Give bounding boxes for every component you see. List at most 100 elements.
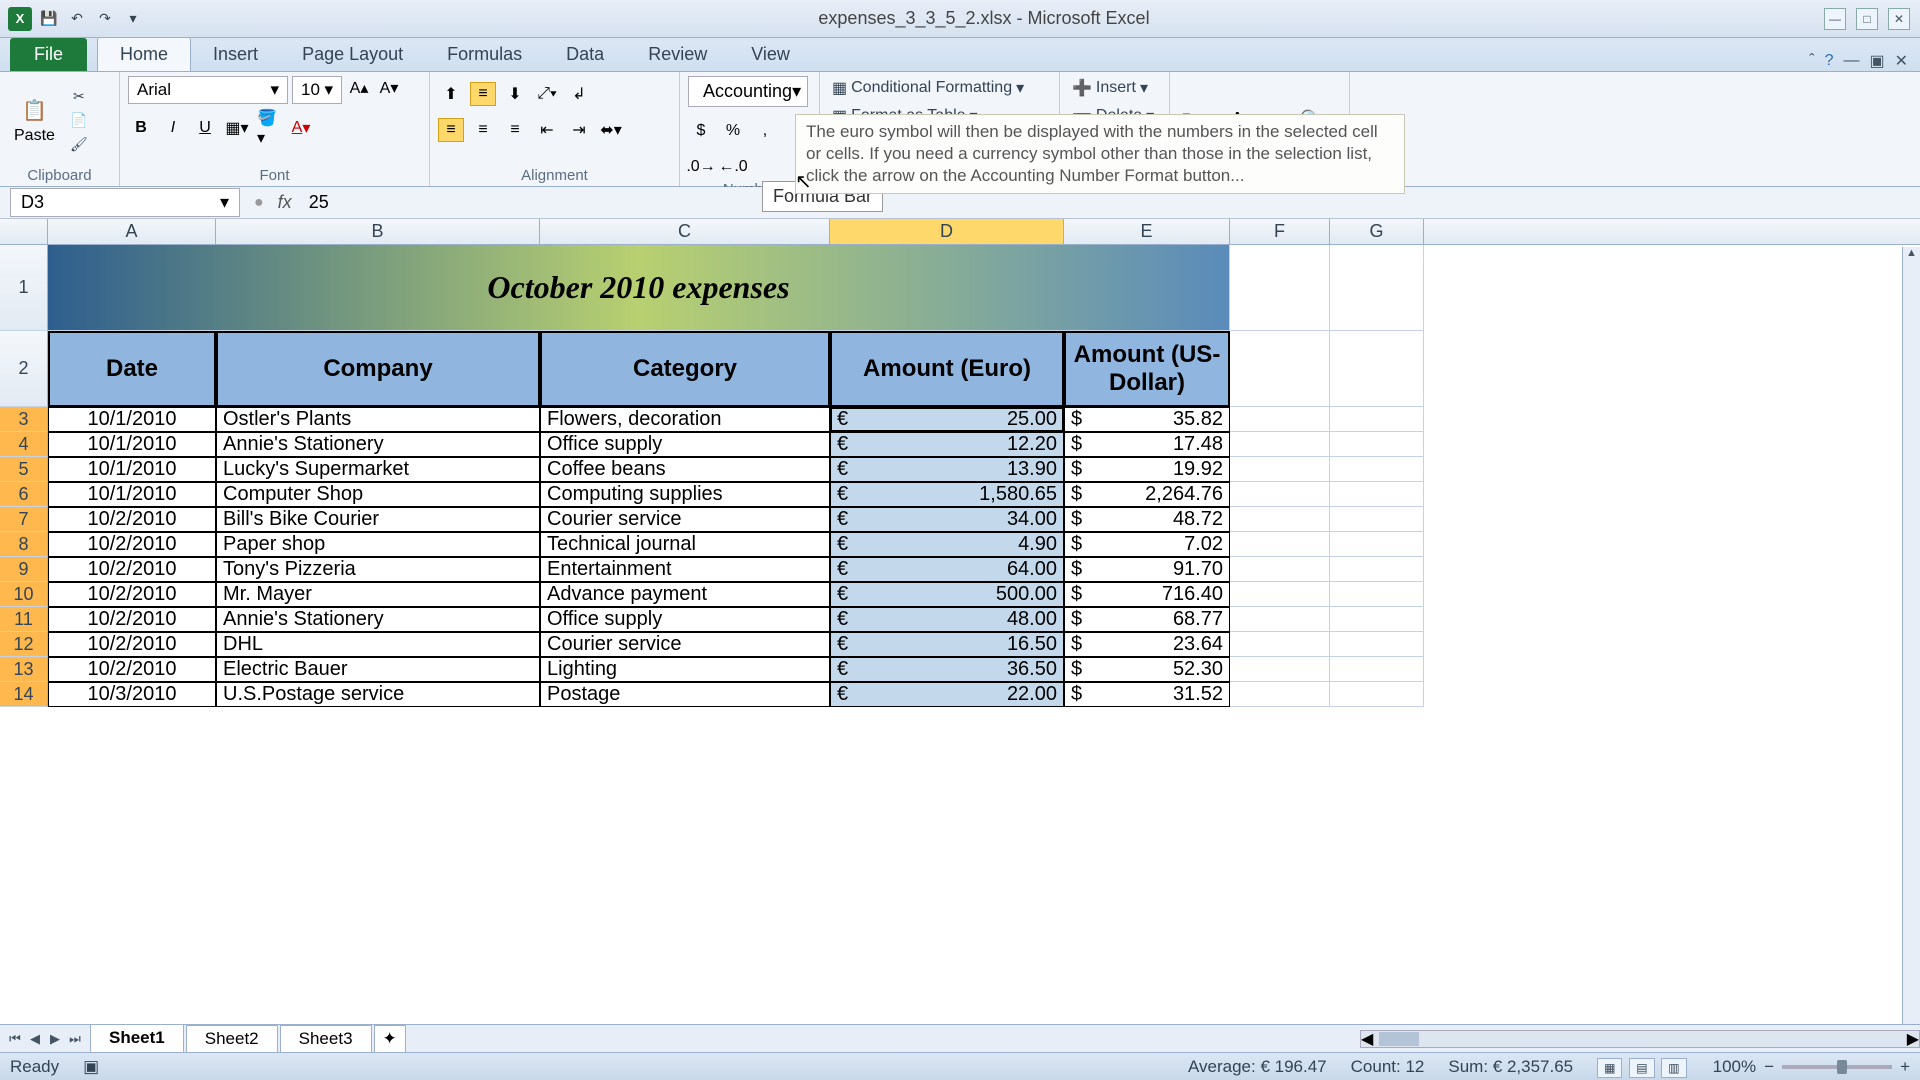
zoom-slider[interactable] bbox=[1782, 1065, 1892, 1069]
cell-usd[interactable]: $716.40 bbox=[1064, 582, 1230, 607]
header-company[interactable]: Company bbox=[216, 331, 540, 407]
font-size-combo[interactable]: 10▾ bbox=[292, 76, 342, 104]
cell[interactable] bbox=[1330, 582, 1424, 607]
cell-usd[interactable]: $68.77 bbox=[1064, 607, 1230, 632]
paste-button[interactable]: 📋 Paste bbox=[8, 95, 61, 147]
cell-category[interactable]: Postage bbox=[540, 682, 830, 707]
decrease-indent-button[interactable]: ⇤ bbox=[534, 118, 560, 142]
undo-button[interactable]: ↶ bbox=[66, 8, 88, 30]
window-close-icon[interactable]: ✕ bbox=[1895, 51, 1908, 71]
cell[interactable] bbox=[1330, 557, 1424, 582]
cell[interactable] bbox=[1330, 407, 1424, 432]
cell-usd[interactable]: $19.92 bbox=[1064, 457, 1230, 482]
tab-insert[interactable]: Insert bbox=[191, 38, 280, 71]
format-painter-button[interactable]: 🖌 bbox=[67, 135, 91, 155]
cell[interactable] bbox=[1330, 532, 1424, 557]
row-header[interactable]: 13 bbox=[0, 657, 48, 682]
comma-button[interactable]: , bbox=[752, 119, 778, 143]
row-header[interactable]: 3 bbox=[0, 407, 48, 432]
cell-company[interactable]: Computer Shop bbox=[216, 482, 540, 507]
cell-euro[interactable]: €36.50 bbox=[830, 657, 1064, 682]
col-header-G[interactable]: G bbox=[1330, 219, 1424, 244]
cell[interactable] bbox=[1330, 331, 1424, 407]
zoom-level[interactable]: 100% bbox=[1713, 1057, 1756, 1077]
cell-usd[interactable]: $2,264.76 bbox=[1064, 482, 1230, 507]
orientation-button[interactable]: ⤢▾ bbox=[534, 82, 560, 106]
cell-usd[interactable]: $35.82 bbox=[1064, 407, 1230, 432]
cell[interactable] bbox=[1230, 682, 1330, 707]
cell-category[interactable]: Coffee beans bbox=[540, 457, 830, 482]
row-header-1[interactable]: 1 bbox=[0, 245, 48, 331]
align-center-button[interactable]: ≡ bbox=[470, 118, 496, 142]
align-top-button[interactable]: ⬆ bbox=[438, 82, 464, 106]
tab-review[interactable]: Review bbox=[626, 38, 729, 71]
cell[interactable] bbox=[1230, 607, 1330, 632]
cell-date[interactable]: 10/1/2010 bbox=[48, 432, 216, 457]
tab-home[interactable]: Home bbox=[97, 37, 191, 71]
zoom-in-button[interactable]: + bbox=[1900, 1057, 1910, 1077]
cell[interactable] bbox=[1230, 632, 1330, 657]
cell-company[interactable]: Mr. Mayer bbox=[216, 582, 540, 607]
header-usd[interactable]: Amount (US-Dollar) bbox=[1064, 331, 1230, 407]
cell-usd[interactable]: $23.64 bbox=[1064, 632, 1230, 657]
cell-category[interactable]: Entertainment bbox=[540, 557, 830, 582]
cell-date[interactable]: 10/2/2010 bbox=[48, 607, 216, 632]
cell-date[interactable]: 10/1/2010 bbox=[48, 407, 216, 432]
cell-date[interactable]: 10/2/2010 bbox=[48, 507, 216, 532]
row-header[interactable]: 12 bbox=[0, 632, 48, 657]
align-left-button[interactable]: ≡ bbox=[438, 118, 464, 142]
merge-center-button[interactable]: ⬌▾ bbox=[598, 118, 624, 142]
border-button[interactable]: ▦▾ bbox=[224, 116, 250, 140]
cell-category[interactable]: Office supply bbox=[540, 607, 830, 632]
cell-company[interactable]: U.S.Postage service bbox=[216, 682, 540, 707]
close-button[interactable]: ✕ bbox=[1888, 8, 1910, 30]
align-bottom-button[interactable]: ⬇ bbox=[502, 82, 528, 106]
scroll-left-icon[interactable]: ◀ bbox=[1361, 1029, 1373, 1049]
cell[interactable] bbox=[1330, 245, 1424, 331]
cut-button[interactable]: ✂ bbox=[67, 87, 91, 107]
cell-category[interactable]: Courier service bbox=[540, 632, 830, 657]
vertical-scrollbar[interactable]: ▲ bbox=[1902, 247, 1920, 1024]
cell[interactable] bbox=[1330, 507, 1424, 532]
cell-euro[interactable]: €4.90 bbox=[830, 532, 1064, 557]
cell-usd[interactable]: $91.70 bbox=[1064, 557, 1230, 582]
decrease-decimal-button[interactable]: ←.0 bbox=[720, 155, 746, 179]
col-header-F[interactable]: F bbox=[1230, 219, 1330, 244]
cell-usd[interactable]: $17.48 bbox=[1064, 432, 1230, 457]
col-header-A[interactable]: A bbox=[48, 219, 216, 244]
bold-button[interactable]: B bbox=[128, 116, 154, 140]
row-header[interactable]: 8 bbox=[0, 532, 48, 557]
cell[interactable] bbox=[1230, 507, 1330, 532]
cell-euro[interactable]: €500.00 bbox=[830, 582, 1064, 607]
cell-euro[interactable]: €1,580.65 bbox=[830, 482, 1064, 507]
cell[interactable] bbox=[1330, 432, 1424, 457]
cell-date[interactable]: 10/2/2010 bbox=[48, 657, 216, 682]
cell[interactable] bbox=[1230, 432, 1330, 457]
maximize-button[interactable]: □ bbox=[1856, 8, 1878, 30]
tab-file[interactable]: File bbox=[10, 38, 87, 71]
cell-usd[interactable]: $7.02 bbox=[1064, 532, 1230, 557]
cell[interactable] bbox=[1330, 657, 1424, 682]
cell-category[interactable]: Advance payment bbox=[540, 582, 830, 607]
cell[interactable] bbox=[1230, 331, 1330, 407]
wrap-text-button[interactable]: ↲ bbox=[566, 82, 592, 106]
window-min-icon[interactable]: — bbox=[1843, 52, 1859, 70]
sheet-tab-2[interactable]: Sheet2 bbox=[186, 1025, 278, 1053]
cell-category[interactable]: Courier service bbox=[540, 507, 830, 532]
row-header[interactable]: 10 bbox=[0, 582, 48, 607]
minimize-button[interactable]: — bbox=[1824, 8, 1846, 30]
select-all-button[interactable] bbox=[0, 219, 48, 244]
tab-view[interactable]: View bbox=[729, 38, 812, 71]
copy-button[interactable]: 📄 bbox=[67, 111, 91, 131]
tab-formulas[interactable]: Formulas bbox=[425, 38, 544, 71]
cell[interactable] bbox=[1230, 245, 1330, 331]
cell-euro[interactable]: €48.00 bbox=[830, 607, 1064, 632]
sheet-title[interactable]: October 2010 expenses bbox=[48, 245, 1230, 331]
cell[interactable] bbox=[1330, 607, 1424, 632]
horizontal-scrollbar[interactable]: ◀ ▶ bbox=[1360, 1030, 1920, 1048]
prev-sheet-button[interactable]: ◀ bbox=[26, 1031, 44, 1047]
cell-company[interactable]: Tony's Pizzeria bbox=[216, 557, 540, 582]
new-sheet-button[interactable]: ✦ bbox=[374, 1025, 406, 1053]
next-sheet-button[interactable]: ▶ bbox=[46, 1031, 64, 1047]
cell-euro[interactable]: €16.50 bbox=[830, 632, 1064, 657]
